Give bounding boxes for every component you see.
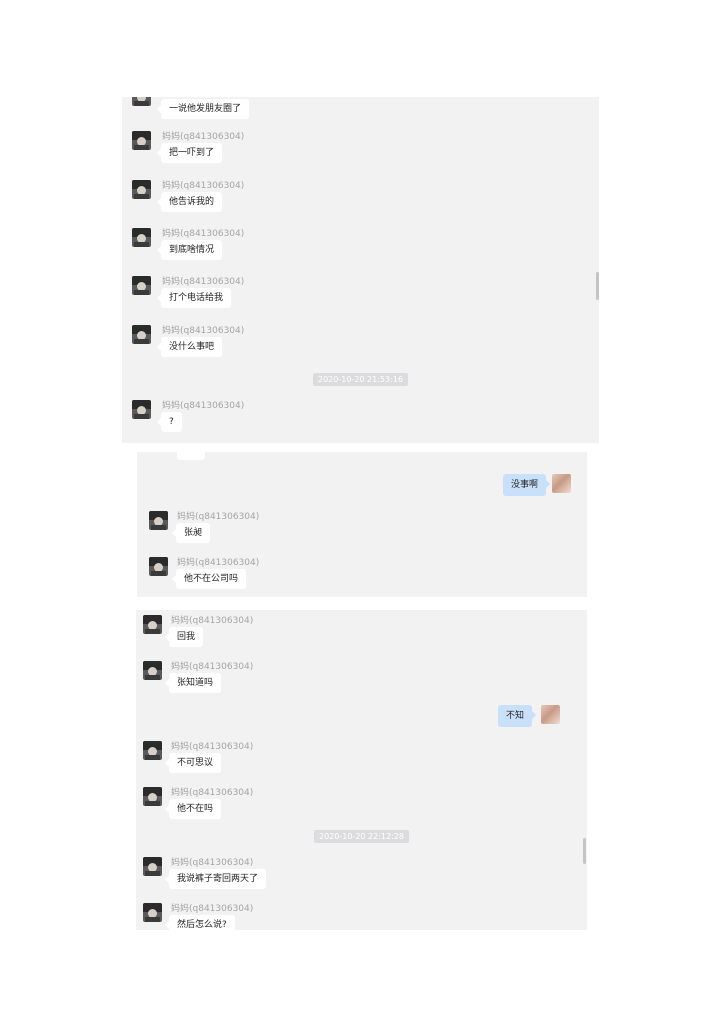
chat-message: 妈妈(q841306304) 我说裤子寄回两天了 [136, 855, 587, 899]
sender-name: 妈妈(q841306304) [177, 558, 260, 568]
message-bubble: 回我 [164, 627, 204, 647]
cut-off-message-bubble: ? [177, 452, 205, 460]
sender-name: 妈妈(q841306304) [162, 277, 245, 287]
chat-message: 妈妈(q841306304) 张昶 [137, 509, 587, 553]
contact-avatar [132, 131, 151, 150]
sender-name: 妈妈(q841306304) [171, 616, 254, 626]
chat-screenshot-1: 一说他发朋友圈了 妈妈(q841306304) 把一吓到了 妈妈(q841306… [122, 97, 599, 443]
my-avatar [552, 474, 571, 493]
contact-avatar [132, 228, 151, 247]
chat-message: 妈妈(q841306304) 他不在吗 [136, 785, 587, 829]
sender-name: 妈妈(q841306304) [171, 858, 254, 868]
contact-avatar [132, 276, 151, 295]
chat-message: 妈妈(q841306304) 不可思议 [136, 739, 587, 783]
contact-avatar [143, 787, 162, 806]
message-bubble: 打个电话给我 [156, 288, 232, 308]
sender-name: 妈妈(q841306304) [171, 904, 254, 914]
chat-screenshot-2: ? 没事啊 妈妈(q841306304) 张昶 妈妈(q841306304) 他… [137, 452, 587, 597]
message-bubble: 他告诉我的 [156, 192, 223, 212]
sender-name: 妈妈(q841306304) [171, 788, 254, 798]
chat-message: 妈妈(q841306304) 然后怎么说? [136, 901, 587, 930]
chat-message: 妈妈(q841306304) 没什么事吧 [122, 323, 599, 367]
message-bubble: 他不在公司吗 [171, 569, 247, 589]
chat-scrollbar[interactable] [583, 838, 586, 864]
chat-message: 妈妈(q841306304) 把一吓到了 [122, 129, 599, 173]
chat-screenshot-3: 妈妈(q841306304) 回我 妈妈(q841306304) 张知道吗 不知… [136, 610, 587, 930]
my-message: 不知 [136, 705, 587, 733]
chat-message: 妈妈(q841306304) 他告诉我的 [122, 178, 599, 222]
message-bubble: 没什么事吧 [156, 337, 223, 357]
sender-name: 妈妈(q841306304) [162, 132, 245, 142]
message-bubble: 张昶 [171, 523, 211, 543]
my-avatar [541, 705, 560, 724]
contact-avatar [149, 511, 168, 530]
sender-name: 妈妈(q841306304) [177, 512, 260, 522]
message-bubble: 我说裤子寄回两天了 [164, 869, 267, 889]
timestamp-divider: 2020-10-20 22:12:28 [314, 830, 409, 843]
contact-avatar [132, 325, 151, 344]
contact-avatar [143, 661, 162, 680]
sender-name: 妈妈(q841306304) [162, 401, 245, 411]
chat-scrollbar[interactable] [596, 272, 599, 300]
contact-avatar [143, 857, 162, 876]
sender-name: 妈妈(q841306304) [171, 742, 254, 752]
contact-avatar [132, 400, 151, 419]
contact-avatar [132, 97, 151, 106]
message-bubble: 到底啥情况 [156, 240, 223, 260]
contact-avatar [132, 180, 151, 199]
message-bubble: 张知道吗 [164, 673, 222, 693]
contact-avatar [143, 741, 162, 760]
chat-message: 妈妈(q841306304) 到底啥情况 [122, 226, 599, 270]
message-bubble: 不可思议 [164, 753, 222, 773]
sender-name: 妈妈(q841306304) [171, 662, 254, 672]
chat-message: 妈妈(q841306304) 他不在公司吗 [137, 555, 587, 597]
chat-message: 妈妈(q841306304) 张知道吗 [136, 659, 587, 703]
my-message-bubble: 没事啊 [502, 474, 551, 496]
sender-name: 妈妈(q841306304) [162, 326, 245, 336]
chat-message: 妈妈(q841306304) 回我 [136, 613, 587, 657]
chat-message: 一说他发朋友圈了 [122, 97, 599, 129]
message-bubble: 他不在吗 [164, 799, 222, 819]
timestamp-divider: 2020-10-20 21:53:16 [313, 373, 408, 386]
chat-message: 妈妈(q841306304) ? [122, 398, 599, 442]
message-bubble: 一说他发朋友圈了 [156, 99, 250, 119]
message-bubble: ? [157, 412, 182, 432]
contact-avatar [149, 557, 168, 576]
my-message: 没事啊 [137, 474, 587, 502]
message-bubble: 把一吓到了 [156, 143, 223, 163]
sender-name: 妈妈(q841306304) [162, 181, 245, 191]
chat-message: 妈妈(q841306304) 打个电话给我 [122, 274, 599, 318]
contact-avatar [143, 615, 162, 634]
my-message-bubble: 不知 [497, 705, 537, 727]
contact-avatar [143, 903, 162, 922]
message-bubble: 然后怎么说? [165, 915, 235, 930]
sender-name: 妈妈(q841306304) [162, 229, 245, 239]
